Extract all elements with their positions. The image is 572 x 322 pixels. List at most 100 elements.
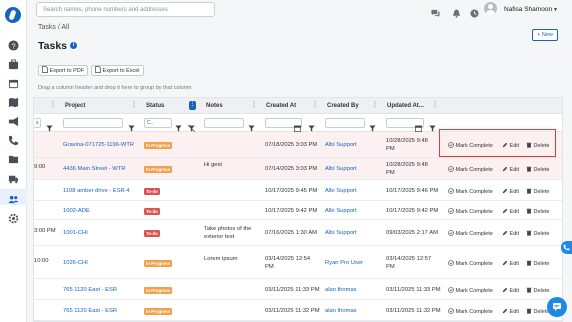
mark-complete-button[interactable]: Mark Complete bbox=[448, 260, 493, 267]
table-row[interactable]: 10:00 1026-CHI In Progress Lorem ipsum 03/14… bbox=[34, 246, 562, 279]
mark-complete-button[interactable]: Mark Complete bbox=[448, 142, 493, 149]
table-row[interactable]: 1108 amber drive - ESR 4 To-do 10/17/2025 … bbox=[34, 180, 562, 201]
created-by-link[interactable]: Albi Support bbox=[325, 142, 357, 148]
chevron-down-icon[interactable]: ▼ bbox=[553, 7, 558, 13]
created-by-link[interactable]: alan thomas bbox=[325, 308, 357, 314]
column-header-project[interactable]: Project bbox=[65, 103, 85, 109]
column-menu-icon[interactable]: ⋮ bbox=[50, 102, 56, 108]
created-by-link[interactable]: Albi Support bbox=[325, 166, 357, 172]
edit-button[interactable]: Edit bbox=[502, 166, 519, 173]
chat-bubbles-icon[interactable] bbox=[431, 5, 440, 18]
truck-icon[interactable] bbox=[8, 171, 19, 184]
map-icon[interactable] bbox=[8, 95, 19, 108]
search-input[interactable]: Search names, phone numbers and addresse… bbox=[36, 2, 215, 17]
table-row[interactable]: 9:00 4436 Main Street - WTR In Progress Hi … bbox=[34, 158, 562, 180]
delete-button[interactable]: Delete bbox=[526, 188, 549, 195]
edit-button[interactable]: Edit bbox=[502, 142, 519, 149]
mark-complete-button[interactable]: Mark Complete bbox=[448, 208, 493, 215]
edit-button[interactable]: Edit bbox=[502, 308, 519, 315]
project-link[interactable]: Gravina-071725-1196-WTR bbox=[63, 142, 134, 148]
table-row[interactable]: Gravina-071725-1196-WTR In Progress 07/18/… bbox=[34, 132, 562, 158]
table-row[interactable]: 765 1120 East - ESR In Progress 03/11/2025… bbox=[34, 279, 562, 300]
chat-widget-button[interactable] bbox=[547, 297, 567, 317]
column-menu-icon[interactable]: ⋮ bbox=[251, 102, 257, 108]
clock-icon[interactable] bbox=[470, 5, 479, 18]
project-link[interactable]: 1026-CHI bbox=[63, 260, 88, 266]
filter-input-project[interactable] bbox=[63, 118, 123, 128]
phone-widget[interactable] bbox=[561, 241, 572, 254]
edit-button[interactable]: Edit bbox=[502, 230, 519, 237]
created-by-link[interactable]: Albi Support bbox=[325, 230, 357, 236]
delete-button[interactable]: Delete bbox=[526, 308, 549, 315]
filter-icon[interactable] bbox=[429, 119, 436, 132]
mark-complete-button[interactable]: Mark Complete bbox=[448, 188, 493, 195]
project-link[interactable]: 1002-ADE bbox=[63, 208, 90, 214]
column-header-status[interactable]: Status bbox=[146, 103, 164, 109]
delete-button[interactable]: Delete bbox=[526, 208, 549, 215]
edit-button[interactable]: Edit bbox=[502, 208, 519, 215]
column-header-created-by[interactable]: Created By bbox=[327, 103, 359, 109]
table-row[interactable]: 765 1120 East - ESR In Progress 03/11/2025… bbox=[34, 300, 562, 321]
calendar-icon[interactable] bbox=[8, 76, 19, 89]
export-pdf-button[interactable]: Export to PDF bbox=[38, 65, 89, 76]
filter-icon[interactable] bbox=[308, 119, 315, 132]
folder-icon[interactable] bbox=[8, 152, 19, 164]
phone-icon[interactable] bbox=[8, 133, 19, 146]
filter-input-partial[interactable]: s bbox=[34, 118, 41, 128]
megaphone-icon[interactable] bbox=[8, 114, 19, 127]
column-menu-icon-active[interactable]: ⋮ bbox=[189, 101, 196, 110]
column-menu-icon[interactable]: ⋮ bbox=[312, 102, 318, 108]
column-header-created-at[interactable]: Created At bbox=[266, 103, 296, 109]
new-button[interactable]: + New bbox=[532, 29, 558, 41]
logo-icon[interactable] bbox=[5, 7, 21, 23]
filter-input-created-by[interactable] bbox=[325, 118, 365, 128]
table-row[interactable]: 3:00 PM 1001-CHI To-do Take photos of the ex… bbox=[34, 220, 562, 246]
delete-button[interactable]: Delete bbox=[526, 287, 549, 294]
filter-icon[interactable] bbox=[175, 119, 182, 132]
calendar-icon[interactable] bbox=[415, 119, 422, 132]
created-by-link[interactable]: Albi Support bbox=[325, 208, 357, 214]
filter-icon[interactable] bbox=[248, 119, 255, 132]
edit-button[interactable]: Edit bbox=[502, 287, 519, 294]
filter-input-notes[interactable] bbox=[204, 118, 244, 128]
delete-button[interactable]: Delete bbox=[526, 166, 549, 173]
bell-icon[interactable] bbox=[452, 5, 461, 18]
filter-icon[interactable] bbox=[128, 119, 135, 132]
help-icon[interactable]: ? bbox=[8, 38, 19, 51]
info-icon[interactable]: i bbox=[70, 42, 77, 49]
created-by-link[interactable]: alan thomas bbox=[325, 287, 357, 293]
filter-icon[interactable] bbox=[46, 119, 53, 132]
settings-icon[interactable] bbox=[8, 211, 19, 224]
filter-icon[interactable] bbox=[369, 119, 376, 132]
avatar[interactable] bbox=[484, 2, 497, 15]
project-link[interactable]: 765 1120 East - ESR bbox=[63, 287, 117, 293]
column-header-notes[interactable]: Notes bbox=[206, 103, 223, 109]
delete-button[interactable]: Delete bbox=[526, 260, 549, 267]
column-menu-icon[interactable]: ⋮ bbox=[432, 102, 438, 108]
people-icon[interactable] bbox=[8, 192, 19, 204]
project-link[interactable]: 1108 amber drive - ESR 4 bbox=[63, 188, 130, 194]
created-by-link[interactable]: Albi Support bbox=[325, 188, 357, 194]
edit-button[interactable]: Edit bbox=[502, 260, 519, 267]
project-link[interactable]: 765 1120 East - ESR bbox=[63, 308, 117, 314]
mark-complete-button[interactable]: Mark Complete bbox=[448, 230, 493, 237]
briefcase-icon[interactable] bbox=[8, 57, 19, 70]
mark-complete-button[interactable]: Mark Complete bbox=[448, 166, 493, 173]
column-header-updated-at[interactable]: Updated At... bbox=[387, 103, 424, 109]
column-menu-icon[interactable]: ⋮ bbox=[372, 102, 378, 108]
clear-filter-icon[interactable] bbox=[187, 119, 196, 133]
delete-button[interactable]: Delete bbox=[526, 142, 549, 149]
mark-complete-button[interactable]: Mark Complete bbox=[448, 308, 493, 315]
edit-button[interactable]: Edit bbox=[502, 188, 519, 195]
calendar-icon[interactable] bbox=[294, 119, 301, 132]
project-link[interactable]: 4436 Main Street - WTR bbox=[63, 166, 126, 172]
project-link[interactable]: 1001-CHI bbox=[63, 230, 88, 236]
user-name[interactable]: Nafisa Shamoon bbox=[504, 6, 552, 13]
created-by-link[interactable]: Ryan Pro User bbox=[325, 260, 363, 266]
export-excel-button[interactable]: Export to Excel bbox=[91, 65, 144, 76]
group-panel-hint[interactable]: Drag a column header and drop it here to… bbox=[38, 85, 191, 91]
filter-input-status[interactable]: C.. bbox=[144, 118, 172, 128]
mark-complete-button[interactable]: Mark Complete bbox=[448, 287, 493, 294]
table-row[interactable]: 1002-ADE To-do 10/17/2025 9:42 PM Albi Supp… bbox=[34, 201, 562, 220]
delete-button[interactable]: Delete bbox=[526, 230, 549, 237]
